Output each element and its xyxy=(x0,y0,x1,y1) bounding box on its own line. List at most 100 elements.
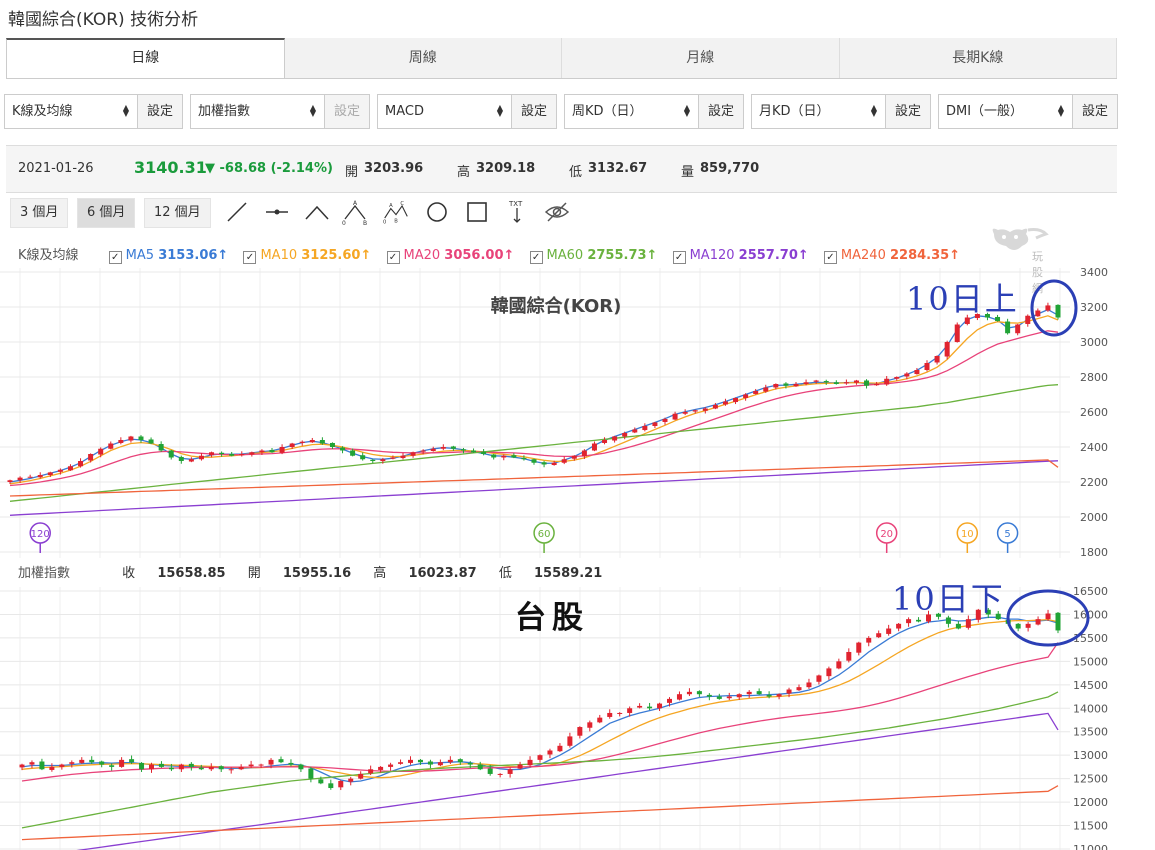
indicator-select[interactable]: DMI（一般） ▲ ▼ xyxy=(939,95,1072,128)
candle-body xyxy=(602,440,608,443)
legend-item-ma120[interactable]: ✓ MA120 2557.70↑ xyxy=(672,248,809,264)
candle-body xyxy=(308,768,314,779)
line-tool-icon[interactable] xyxy=(224,199,250,225)
candle-body xyxy=(667,698,672,703)
candle-body xyxy=(547,750,553,755)
legend-item-ma10[interactable]: ✓ MA10 3125.60↑ xyxy=(243,248,371,264)
svg-text:0: 0 xyxy=(342,220,346,225)
svg-text:B: B xyxy=(363,220,367,225)
range-3-months[interactable]: 3 個月 xyxy=(10,198,69,228)
settings-button[interactable]: 設定 xyxy=(511,95,556,128)
tab-long-term[interactable]: 長期K線 xyxy=(840,38,1117,78)
candle-body xyxy=(702,408,708,411)
candle-body xyxy=(467,762,473,765)
tab-weekly[interactable]: 周線 xyxy=(285,38,562,78)
range-6-months[interactable]: 6 個月 xyxy=(77,198,136,228)
indicator-control-weekly-kd: 周KD（日） ▲ ▼ 設定 xyxy=(564,94,744,129)
y-tick-label: 2800 xyxy=(1080,371,1108,384)
candle-body xyxy=(19,764,25,768)
candle-body xyxy=(158,444,164,451)
high-label: 高 xyxy=(457,165,471,180)
candle-body xyxy=(447,759,453,763)
ma-marker-label: 10 xyxy=(961,529,974,540)
candle-body xyxy=(954,324,960,342)
sort-arrows-icon: ▲ ▼ xyxy=(122,103,129,118)
y-tick-label: 2000 xyxy=(1080,511,1108,524)
svg-text:B: B xyxy=(394,218,398,224)
legend-item-ma60[interactable]: ✓ MA60 2755.73↑ xyxy=(529,248,657,264)
candle-body xyxy=(69,762,75,764)
sort-arrows-icon: ▲ ▼ xyxy=(1057,103,1064,118)
ma-line-ma60 xyxy=(9,384,1059,502)
candle-body xyxy=(627,708,633,713)
y-tick-label: 15000 xyxy=(1073,655,1108,668)
indicator-select[interactable]: K線及均線 ▲ ▼ xyxy=(5,95,137,128)
hide-eye-icon[interactable] xyxy=(544,199,570,225)
candle-body xyxy=(864,380,870,386)
settings-button[interactable]: 設定 xyxy=(1072,95,1117,128)
candle-body xyxy=(338,780,344,788)
indicator-control-kline: K線及均線 ▲ ▼ 設定 xyxy=(4,94,183,129)
rectangle-tool-icon[interactable] xyxy=(464,199,490,225)
candle-body xyxy=(823,381,829,383)
candle-body xyxy=(198,455,204,460)
legend-item-ma20[interactable]: ✓ MA20 3056.00↑ xyxy=(386,248,514,264)
candle-body xyxy=(712,405,718,409)
svg-text:C: C xyxy=(400,201,404,207)
candle-body xyxy=(786,689,792,694)
candle-body xyxy=(682,412,688,414)
candle-body xyxy=(497,773,503,775)
candle-body xyxy=(128,436,134,441)
legend-item-ma240[interactable]: ✓ MA240 2284.35↑ xyxy=(823,248,960,264)
checkbox[interactable]: ✓ xyxy=(823,251,837,264)
candle-body xyxy=(358,773,364,779)
tab-monthly[interactable]: 月線 xyxy=(562,38,840,78)
checkbox[interactable]: ✓ xyxy=(386,251,400,264)
sort-arrows-icon: ▲ ▼ xyxy=(683,103,690,118)
candle-body xyxy=(29,762,35,765)
circle-tool-icon[interactable] xyxy=(424,199,450,225)
candle-body xyxy=(139,762,145,770)
candle-body xyxy=(228,769,234,771)
candle-body xyxy=(299,441,305,443)
candle-body xyxy=(924,363,930,370)
settings-button[interactable]: 設定 xyxy=(885,95,930,128)
candle-body xyxy=(1005,321,1011,334)
candle-body xyxy=(88,454,94,461)
text-tool-icon[interactable]: TXT xyxy=(504,199,530,225)
candle-body xyxy=(916,619,922,622)
candle-body xyxy=(571,455,577,459)
y-tick-label: 2600 xyxy=(1080,406,1108,419)
settings-button[interactable]: 設定 xyxy=(137,95,182,128)
horizontal-line-tool-icon[interactable] xyxy=(264,199,290,225)
settings-button[interactable]: 設定 xyxy=(698,95,743,128)
candle-body xyxy=(662,419,668,422)
legend-item-ma5[interactable]: ✓ MA5 3153.06↑ xyxy=(108,248,228,264)
indicator-select[interactable]: 周KD（日） ▲ ▼ xyxy=(565,95,698,128)
abc-pattern-tool-icon[interactable]: 0 A B xyxy=(342,199,368,225)
y-tick-label: 1800 xyxy=(1080,546,1108,558)
sort-arrows-icon: ▲ ▼ xyxy=(870,103,877,118)
candle-body xyxy=(736,694,742,698)
candle-body xyxy=(168,450,174,458)
indicator-select[interactable]: MACD ▲ ▼ xyxy=(378,95,511,128)
page-title: 韓國綜合(KOR) 技術分析 xyxy=(8,10,199,30)
candle-body xyxy=(7,480,13,482)
indicator-select[interactable]: 月KD（日） ▲ ▼ xyxy=(752,95,885,128)
watermark-logo: 玩股網 xyxy=(988,224,1052,295)
candle-body xyxy=(743,394,749,398)
indicator-select[interactable]: 加權指數 ▲ ▼ xyxy=(191,95,324,128)
checkbox[interactable]: ✓ xyxy=(108,251,122,264)
candle-body xyxy=(249,452,255,455)
checkbox[interactable]: ✓ xyxy=(672,251,686,264)
candle-body xyxy=(622,433,628,437)
checkbox[interactable]: ✓ xyxy=(243,251,257,264)
abcd-pattern-tool-icon[interactable]: 0 A B C xyxy=(383,199,409,225)
tab-daily[interactable]: 日線 xyxy=(6,38,285,78)
candle-body xyxy=(617,712,623,714)
checkbox[interactable]: ✓ xyxy=(529,251,543,264)
angle-tool-icon[interactable] xyxy=(304,199,330,225)
range-12-months[interactable]: 12 個月 xyxy=(144,198,211,228)
candle-body xyxy=(507,769,513,774)
candle-body xyxy=(836,661,842,669)
